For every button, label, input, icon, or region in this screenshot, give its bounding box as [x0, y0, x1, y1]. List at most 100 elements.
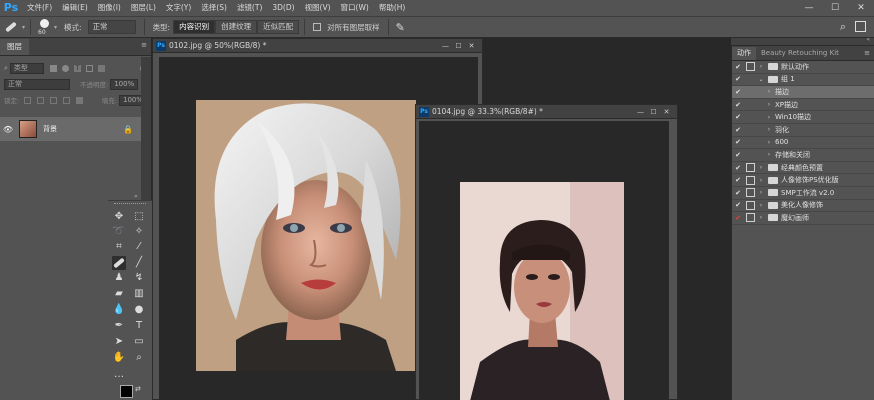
- type-button[interactable]: 创建纹理: [215, 20, 258, 34]
- action-row[interactable]: ✔ › 600: [732, 137, 874, 150]
- dialog-toggle-icon[interactable]: [746, 100, 755, 109]
- menu-item[interactable]: 文件(F): [22, 0, 57, 16]
- gradient-tool-icon[interactable]: ▥: [132, 287, 146, 301]
- lock-all-icon[interactable]: [76, 96, 84, 104]
- expand-arrow-down-icon[interactable]: ⌄: [757, 76, 765, 83]
- menu-item[interactable]: 选择(S): [196, 0, 232, 16]
- lock-transparent-icon[interactable]: [24, 96, 32, 104]
- tools-grip[interactable]: [114, 203, 146, 206]
- path-selection-tool-icon[interactable]: ➤: [112, 335, 126, 349]
- action-row[interactable]: ✔ › 存储和关闭: [732, 149, 874, 162]
- dialog-toggle-icon[interactable]: [746, 87, 755, 96]
- more-tools-icon[interactable]: …: [112, 368, 126, 382]
- clone-stamp-tool-icon[interactable]: ♟: [112, 271, 126, 285]
- action-row[interactable]: ✔ › 魔幻画师: [732, 212, 874, 225]
- type-button[interactable]: 近似匹配: [257, 20, 300, 34]
- swap-colors-icon[interactable]: ⇄: [135, 385, 141, 393]
- lock-position-icon[interactable]: [50, 96, 58, 104]
- expand-arrow-right-icon[interactable]: ›: [757, 164, 765, 171]
- brush-dropdown-icon[interactable]: ▾: [54, 24, 57, 31]
- dialog-toggle-icon[interactable]: [746, 125, 755, 134]
- expand-arrow-right-icon[interactable]: ›: [757, 202, 765, 209]
- hand-tool-icon[interactable]: ✋: [112, 351, 126, 365]
- doc-close-button[interactable]: ✕: [660, 105, 673, 119]
- action-toggle-checkmark-icon[interactable]: ✔: [732, 176, 744, 184]
- document-tab-0102[interactable]: Ps 0102.jpg @ 50%(RGB/8) *: [153, 39, 482, 53]
- actions-tab[interactable]: Beauty Retouching Kit: [756, 47, 844, 60]
- filter-pixel-icon[interactable]: [49, 64, 57, 72]
- menu-item[interactable]: 图像(I): [93, 0, 126, 16]
- lock-image-icon[interactable]: [37, 96, 45, 104]
- move-tool-icon[interactable]: ✥: [112, 210, 126, 224]
- canvas-area-0104[interactable]: [419, 121, 669, 400]
- dialog-toggle-icon[interactable]: [746, 150, 755, 159]
- marquee-tool-icon[interactable]: ⬚: [132, 210, 146, 224]
- brush-preset-picker[interactable]: 60: [36, 17, 54, 37]
- action-toggle-checkmark-icon[interactable]: ✔: [732, 151, 744, 159]
- dialog-toggle-icon[interactable]: [746, 200, 755, 210]
- expand-arrow-right-icon[interactable]: ›: [765, 114, 773, 121]
- type-button[interactable]: 内容识别: [173, 20, 216, 34]
- layer-kind-select[interactable]: 类型: [9, 62, 44, 74]
- expand-arrow-right-icon[interactable]: ›: [765, 139, 773, 146]
- eraser-tool-icon[interactable]: ▰: [112, 287, 126, 301]
- workspace-icon[interactable]: [855, 21, 866, 32]
- rectangle-tool-icon[interactable]: ▭: [132, 335, 146, 349]
- action-row[interactable]: ✔ › Win10描边: [732, 111, 874, 124]
- menu-item[interactable]: 文字(Y): [161, 0, 196, 16]
- action-toggle-checkmark-icon[interactable]: ✔: [732, 189, 744, 197]
- dialog-toggle-icon[interactable]: [746, 138, 755, 147]
- action-toggle-checkmark-icon[interactable]: ✔: [732, 138, 744, 146]
- eyedropper-tool-icon[interactable]: ⁄: [132, 240, 146, 254]
- collapse-panels-icon[interactable]: «: [866, 36, 870, 43]
- tab-layers[interactable]: 图层: [0, 39, 29, 55]
- spot-healing-tool-icon[interactable]: [0, 17, 22, 37]
- lasso-tool-icon[interactable]: ➰: [112, 225, 126, 239]
- actions-panel-menu-icon[interactable]: ≡: [864, 49, 870, 57]
- menu-item[interactable]: 3D(D): [267, 0, 299, 16]
- expand-arrow-right-icon[interactable]: ›: [757, 214, 765, 221]
- dialog-toggle-icon[interactable]: [746, 75, 755, 84]
- doc-maximize-button[interactable]: ☐: [647, 105, 660, 119]
- action-row[interactable]: ✔ › 人像修饰PS优化版: [732, 174, 874, 187]
- foreground-color-swatch[interactable]: [120, 385, 133, 398]
- spot-healing-brush-tool-icon[interactable]: [112, 256, 126, 270]
- dialog-toggle-icon[interactable]: [746, 62, 755, 72]
- action-row[interactable]: ✔ › 羽化: [732, 124, 874, 137]
- actions-tab[interactable]: 动作: [732, 47, 756, 60]
- filter-type-icon[interactable]: T: [73, 64, 81, 72]
- action-toggle-checkmark-icon[interactable]: ✔: [732, 88, 744, 96]
- action-toggle-checkmark-icon[interactable]: ✔: [732, 214, 744, 222]
- action-row[interactable]: ✔ › 描边: [732, 86, 874, 99]
- expand-arrow-right-icon[interactable]: ›: [757, 189, 765, 196]
- action-toggle-checkmark-icon[interactable]: ✔: [732, 75, 744, 83]
- action-row[interactable]: ✔ ⌄ 组 1: [732, 74, 874, 87]
- action-toggle-checkmark-icon[interactable]: ✔: [732, 164, 744, 172]
- crop-tool-icon[interactable]: ⌗: [112, 240, 126, 254]
- visibility-eye-icon[interactable]: 👁: [0, 125, 16, 134]
- action-row[interactable]: ✔ › 经典颜色预置: [732, 162, 874, 175]
- type-tool-icon[interactable]: T: [132, 319, 146, 333]
- sample-all-layers-checkbox[interactable]: [313, 23, 322, 31]
- pen-tool-icon[interactable]: ✒: [112, 319, 126, 333]
- menu-item[interactable]: 滤镜(T): [232, 0, 267, 16]
- action-row[interactable]: ✔ › 默认动作: [732, 61, 874, 74]
- search-icon[interactable]: ⌕: [840, 20, 846, 34]
- blur-tool-icon[interactable]: 💧: [112, 303, 126, 317]
- panel-menu-icon[interactable]: ≡: [141, 41, 147, 49]
- expand-arrow-right-icon[interactable]: ›: [765, 88, 773, 95]
- filter-adjustment-icon[interactable]: [61, 64, 69, 72]
- mode-select[interactable]: 正常: [87, 20, 136, 34]
- doc-minimize-button[interactable]: —: [634, 105, 647, 119]
- dodge-tool-icon[interactable]: ●: [132, 303, 146, 317]
- action-row[interactable]: ✔ › 美化人像修饰: [732, 200, 874, 213]
- close-button[interactable]: ✕: [848, 0, 874, 16]
- doc-maximize-button[interactable]: ☐: [452, 39, 465, 53]
- menu-item[interactable]: 编辑(E): [57, 0, 93, 16]
- menu-item[interactable]: 视图(V): [300, 0, 336, 16]
- layer-row-background[interactable]: 👁 背景 🔒: [0, 117, 141, 141]
- expand-arrow-right-icon[interactable]: ›: [765, 101, 773, 108]
- dialog-toggle-icon[interactable]: [746, 163, 755, 173]
- maximize-button[interactable]: ☐: [822, 0, 848, 16]
- dialog-toggle-icon[interactable]: [746, 188, 755, 198]
